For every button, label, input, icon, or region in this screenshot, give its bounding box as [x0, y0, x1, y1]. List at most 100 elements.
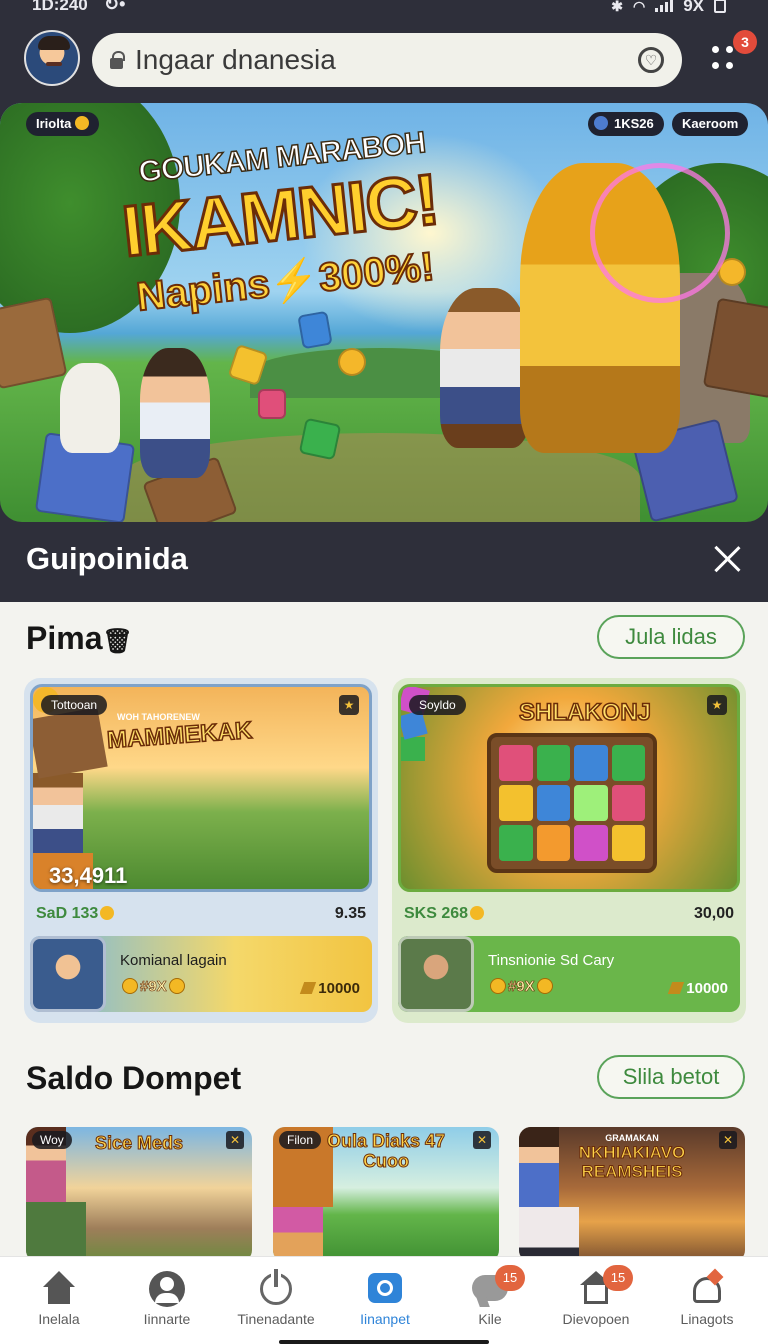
battery-text: 9X: [683, 0, 704, 15]
promo-banner[interactable]: Komianal lagain #9X 10000: [30, 936, 372, 1012]
card-meta-left-text: SaD 133: [36, 905, 99, 922]
game-card[interactable]: Soyldo ★ SHLAKONJ SKS 268 30,00 Tinsnion…: [392, 678, 746, 1023]
menu-dots-icon[interactable]: [712, 46, 738, 72]
card-meta-right: 30,00: [693, 905, 734, 922]
hero-gem: [297, 310, 333, 350]
section-title-saldo: Saldo Dompet: [26, 1060, 242, 1096]
nav-label: Linagots: [680, 1311, 734, 1327]
nav-label: Dievopoen: [562, 1311, 630, 1327]
mini-card-title: NKHIAKIAVO REAMSHEIS: [578, 1143, 686, 1182]
lock-icon: [110, 51, 125, 69]
section-title-text: Pima: [26, 620, 103, 656]
nav-item-bell[interactable]: Linagots: [652, 1257, 762, 1344]
profile-icon: [147, 1271, 187, 1307]
hero-coin: [338, 348, 366, 376]
nav-label: Iinanpet: [360, 1311, 410, 1327]
card-logo: SHLAKONJ: [518, 698, 652, 727]
card-meta-left: SKS 268: [404, 905, 485, 923]
hero-chip-room[interactable]: Kaeroom: [672, 112, 749, 136]
see-all-button[interactable]: Jula lidas: [597, 615, 745, 659]
card-meta: SKS 268 30,00: [398, 892, 740, 936]
heart-icon[interactable]: ♡: [638, 47, 664, 73]
card-boy: [33, 773, 83, 853]
hero-dog: [60, 363, 120, 453]
power-icon: [256, 1269, 296, 1307]
status-icons: ✱ ◠ 9X: [611, 0, 726, 16]
card-tag: Soyldo: [409, 695, 466, 715]
card-image: Soyldo ★ SHLAKONJ: [398, 684, 740, 892]
nav-label: Tinenadante: [237, 1311, 315, 1327]
sync-icon: ↻•: [104, 0, 126, 14]
nav-item-camera[interactable]: Iinanpet: [330, 1257, 440, 1344]
mini-card-title-small: GRAMAKAN: [605, 1133, 659, 1143]
avatar[interactable]: [24, 30, 80, 86]
promo-mult-text: #9X: [140, 978, 167, 996]
nav-item-chat[interactable]: 15 Kile: [435, 1257, 545, 1344]
card-meta-left-text: SKS 268: [404, 905, 469, 922]
nav-badge: 15: [603, 1265, 633, 1291]
close-icon[interactable]: [712, 544, 742, 574]
mini-game-card[interactable]: GRAMAKAN NKHIAKIAVO REAMSHEIS ✕: [519, 1127, 745, 1262]
mini-creature: [273, 1207, 323, 1262]
hero-gem: [258, 389, 286, 419]
hero-banner[interactable]: GOUKAM MARABOH IKAMNIC! Napins⚡300%! Iri…: [0, 103, 768, 522]
nav-item-profile[interactable]: Iinnarte: [112, 1257, 222, 1344]
nav-label: Kile: [478, 1311, 502, 1327]
hero-chip-score: 1KS26: [588, 112, 664, 136]
promo-value: 10000: [302, 980, 360, 997]
coin-icon: [100, 906, 115, 920]
trash-icon: 🗑: [102, 628, 133, 655]
promo-name: Tinsnionie Sd Cary: [488, 952, 615, 969]
coin-icon: [75, 116, 90, 130]
mini-cat: [519, 1207, 579, 1262]
coin-icon: [168, 978, 185, 994]
nav-badge: 15: [495, 1265, 525, 1291]
nav-item-power[interactable]: Tinenadante: [221, 1257, 331, 1344]
mini-game-card[interactable]: Woy ✕ Sice Meds: [26, 1127, 252, 1262]
search-input[interactable]: Ingaar dnanesia: [135, 44, 638, 76]
bell-icon: [687, 1268, 727, 1307]
card-meta-right: 9.35: [334, 905, 366, 922]
wifi-icon: ◠: [632, 0, 646, 14]
coin-icon: [122, 978, 138, 994]
menu-badge: 3: [733, 30, 757, 54]
coin-icon: [490, 978, 506, 994]
badge-icon: [594, 116, 608, 130]
close-icon[interactable]: ✕: [719, 1131, 737, 1149]
promo-value: 10000: [670, 980, 728, 997]
puzzle-board: [487, 733, 657, 873]
promo-avatar: [30, 936, 106, 1012]
mini-card-title: Sice Meds: [94, 1133, 184, 1154]
nav-item-home[interactable]: Inelala: [4, 1257, 114, 1344]
hero-chip-left: Iriolta: [26, 112, 100, 136]
nav-label: Iinnarte: [143, 1311, 191, 1327]
card-gem: [401, 737, 425, 761]
card-count: 33,4911: [49, 863, 128, 888]
card-meta-left: SaD 133: [36, 905, 115, 923]
star-icon[interactable]: ★: [707, 695, 727, 715]
game-title: Guipoinida: [26, 541, 188, 576]
search-bar[interactable]: Ingaar dnanesia ♡: [92, 33, 682, 87]
see-more-button[interactable]: Slila betot: [597, 1055, 745, 1099]
game-card[interactable]: Tottooan ★ WOH TAHORENEW MAMMEKAK 33,491…: [24, 678, 378, 1023]
card-tag: Tottooan: [41, 695, 108, 715]
promo-multiplier: #9X: [488, 978, 555, 995]
hero-gem: [298, 417, 342, 461]
card-crate: [33, 707, 108, 779]
signal-icon: [655, 0, 674, 12]
promo-multiplier: #9X: [120, 978, 187, 995]
promo-avatar: [398, 936, 474, 1012]
mini-card-title: Oula Diaks 47 Cuoo: [326, 1131, 446, 1172]
bottom-nav: Inelala Iinnarte Tinenadante Iinanpet 15…: [0, 1256, 768, 1344]
coin-icon: [470, 906, 485, 920]
mini-game-card[interactable]: Filon ✕ Oula Diaks 47 Cuoo: [273, 1127, 499, 1262]
star-icon[interactable]: ★: [339, 695, 359, 715]
promo-banner[interactable]: Tinsnionie Sd Cary #9X 10000: [398, 936, 740, 1012]
card-logo: MAMMEKAK: [105, 716, 254, 755]
hero-magic-ring: [590, 163, 730, 303]
hero-chip-left-text: Iriolta: [36, 116, 72, 131]
promo-mult-text: #9X: [508, 978, 535, 996]
coin-icon: [536, 978, 553, 994]
promo-name: Komianal lagain: [120, 952, 227, 969]
nav-item-house[interactable]: 15 Dievopoen: [541, 1257, 651, 1344]
